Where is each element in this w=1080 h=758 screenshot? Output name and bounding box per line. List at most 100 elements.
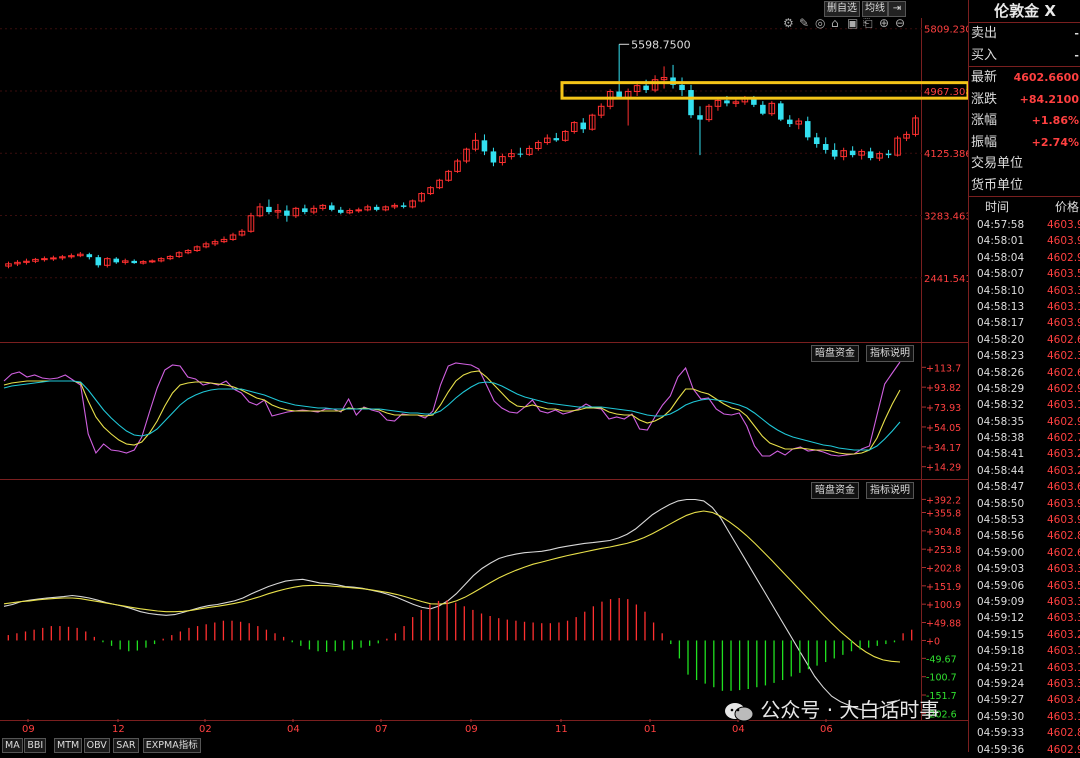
price-tick-label: 5809.230 — [924, 25, 968, 36]
tick-row: 04:58:38 4602.7 — [969, 430, 1080, 446]
tick-time: 04:58:23 — [977, 350, 1025, 363]
tick-price: 4602.6 — [1047, 366, 1080, 379]
tick-row: 04:59:00 4602.6 — [969, 545, 1080, 561]
candle-down — [787, 119, 793, 125]
tick-time: 04:59:15 — [977, 628, 1025, 641]
tick-price: 4603.4 — [1047, 694, 1080, 707]
panel-divider-1 — [0, 342, 968, 343]
x-tick-label: 07 — [375, 724, 388, 735]
x-tick-label: 12 — [112, 724, 125, 735]
candle-down — [679, 84, 685, 91]
indicator-tick-label: +100.9 — [926, 600, 961, 611]
bottom-tab-ma[interactable]: MA — [2, 738, 23, 753]
tick-time: 04:58:47 — [977, 481, 1025, 494]
chart-canvas[interactable]: 5809.230 4967.308 4125.386 3283.463 2441.541… — [0, 0, 968, 752]
edit-icon[interactable]: ✎ — [799, 16, 809, 30]
tick-row: 04:58:53 4603.9 — [969, 512, 1080, 528]
tick-price: 4602.6 — [1047, 333, 1080, 346]
panel-divider-2 — [0, 479, 968, 480]
x-tick-label: 09 — [22, 724, 35, 735]
tick-price: 4602.3 — [1047, 350, 1080, 363]
tick-time: 04:57:58 — [977, 219, 1025, 231]
moving-average-button[interactable]: 均线 — [862, 1, 888, 17]
candle-down — [302, 208, 308, 213]
indicator-help-tag-2[interactable]: 指标说明 — [866, 482, 914, 499]
tick-price: 4603.3 — [1047, 284, 1080, 297]
tick-row: 04:59:12 4603.3 — [969, 610, 1080, 626]
pct-value: +1.86% — [1031, 114, 1079, 127]
bottom-tab-sar[interactable]: SAR — [113, 738, 139, 753]
tick-price: 4603.5 — [1047, 268, 1080, 281]
tick-time: 04:58:01 — [977, 235, 1025, 248]
tick-list[interactable]: 04:57:58 4603.9 04:58:01 4603.9 04:58:04 4602… — [969, 217, 1080, 758]
tick-price: 4603.1 — [1047, 645, 1080, 658]
tick-row: 04:59:36 4602.9 — [969, 742, 1080, 758]
amp-row: 振幅 +2.74% — [969, 132, 1080, 154]
bottom-tab-expma指标[interactable]: EXPMA指标 — [142, 738, 201, 753]
tick-row: 04:58:56 4602.8 — [969, 528, 1080, 544]
tick-price: 4602.9 — [1047, 251, 1080, 264]
tick-price: 4603.9 — [1047, 514, 1080, 527]
tick-header: 时间 价格 — [969, 197, 1080, 217]
tick-row: 04:59:03 4603.3 — [969, 561, 1080, 577]
tick-time: 04:59:33 — [977, 727, 1025, 740]
bookmark-icon[interactable]: ⎗ — [863, 16, 873, 30]
indicator-tick-label: +304.8 — [926, 527, 961, 538]
last-label: 最新 — [971, 70, 998, 85]
tick-row: 04:58:23 4602.3 — [969, 348, 1080, 364]
zoom-in-icon[interactable]: ⊕ — [879, 16, 889, 30]
tick-price: 4603.6 — [1047, 481, 1080, 494]
tick-row: 04:58:01 4603.9 — [969, 233, 1080, 249]
change-row: 涨跌 +84.2100 — [969, 89, 1080, 111]
eye-icon[interactable]: ◎ — [815, 16, 825, 30]
tick-row: 04:58:07 4603.5 — [969, 266, 1080, 282]
bottom-tab-mtm[interactable]: MTM — [54, 738, 83, 753]
tick-time: 04:58:07 — [977, 268, 1025, 281]
tick-row: 04:59:27 4603.4 — [969, 692, 1080, 708]
candle-down — [86, 254, 93, 258]
lock-icon[interactable]: ▣ — [847, 16, 858, 30]
candle-up — [41, 258, 48, 261]
tick-price: 4602.9 — [1047, 743, 1080, 756]
trash-icon[interactable]: ⌂ — [831, 16, 839, 30]
tick-row: 04:58:04 4602.9 — [969, 250, 1080, 266]
exit-fullscreen-icon[interactable]: ⇥ — [888, 1, 906, 17]
indicator-tick-label: -100.7 — [926, 673, 957, 684]
tick-price: 4603.9 — [1047, 497, 1080, 510]
tick-row: 04:58:13 4603.1 — [969, 299, 1080, 315]
tick-price: 4603.1 — [1047, 399, 1080, 412]
bottom-tab-bbi[interactable]: BBI — [24, 738, 47, 753]
candle-down — [400, 205, 407, 207]
price-tick-label: 3283.463 — [924, 212, 968, 223]
gear-icon[interactable]: ⚙ — [783, 16, 794, 30]
tick-row: 04:59:06 4603.5 — [969, 578, 1080, 594]
tick-price: 4603.9 — [1047, 235, 1080, 248]
change-label: 涨跌 — [971, 91, 998, 107]
tick-time: 04:58:50 — [977, 497, 1025, 510]
tick-price: 4602.8 — [1047, 727, 1080, 740]
dark-money-tag-1[interactable]: 暗盘资金 — [811, 345, 859, 362]
price-header: 价格 — [1055, 200, 1080, 214]
buy-label: 买入 — [971, 47, 998, 63]
high-annotation: 5598.7500 — [631, 38, 691, 51]
zoom-out-icon[interactable]: ⊖ — [895, 16, 905, 30]
tick-price: 4603.9 — [1047, 219, 1080, 231]
tick-time: 04:59:21 — [977, 661, 1025, 674]
delete-watchlist-button[interactable]: 删自选 — [824, 1, 860, 17]
tick-row: 04:57:58 4603.9 — [969, 217, 1080, 233]
tick-time: 04:58:26 — [977, 366, 1025, 379]
candle-down — [885, 153, 892, 156]
candle-down — [95, 257, 102, 266]
tick-price: 4603.1 — [1047, 300, 1080, 313]
candle-down — [643, 85, 649, 91]
indicator-tick-label: -49.67 — [926, 654, 957, 665]
indicator-help-tag-1[interactable]: 指标说明 — [866, 345, 914, 362]
bottom-tab-obv[interactable]: OBV — [83, 738, 110, 753]
tick-row: 04:58:50 4603.9 — [969, 496, 1080, 512]
tick-time: 04:58:35 — [977, 415, 1025, 428]
dark-money-tag-2[interactable]: 暗盘资金 — [811, 482, 859, 499]
tick-time: 04:58:13 — [977, 300, 1025, 313]
last-row: 最新 4602.6600 — [969, 67, 1080, 89]
candle-down — [849, 150, 856, 156]
instrument-title: 伦敦金 X — [994, 2, 1056, 20]
